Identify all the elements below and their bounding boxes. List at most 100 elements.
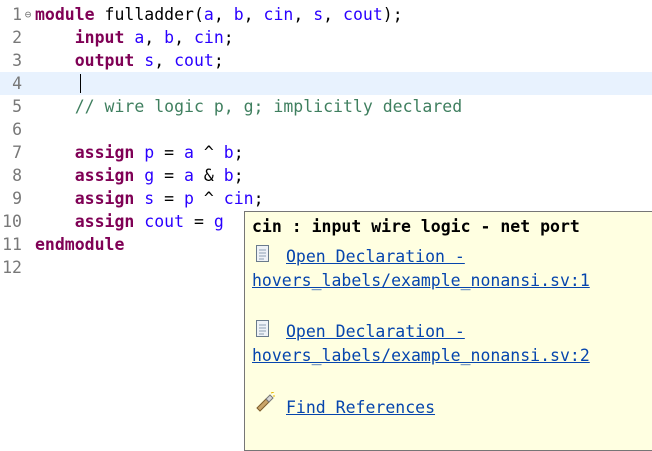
line-number: 5 [12, 97, 22, 116]
text-caret [80, 74, 81, 93]
code-token: ; [233, 166, 244, 185]
code-line[interactable]: 7 assign p = a ^ b; [0, 141, 652, 164]
code-token: = [184, 212, 214, 231]
open-declaration-link-2[interactable]: Open Declaration - hovers_labels/example… [252, 320, 590, 368]
code-token: ; [213, 51, 224, 70]
code-token: b [223, 166, 234, 185]
code-text: assign s = p ^ cin; [35, 187, 264, 210]
code-token: ; [223, 28, 234, 47]
code-line[interactable]: 3 output s, cout; [0, 49, 652, 72]
code-text: module fulladder(a, b, cin, s, cout); [35, 3, 403, 26]
code-token: a [184, 166, 194, 185]
code-token: = [154, 143, 185, 162]
code-token: ; [233, 143, 244, 162]
code-token: g [213, 212, 224, 231]
open-declaration-1-path: hovers_labels/example_nonansi.sv:1 [252, 271, 590, 290]
code-text: input a, b, cin; [35, 26, 234, 49]
code-token: b [233, 5, 244, 24]
code-line[interactable]: 1 ⊖ module fulladder(a, b, cin, s, cout); [0, 3, 652, 26]
code-text: assign cout = g [35, 210, 224, 233]
line-number: 7 [12, 143, 22, 162]
code-token: s [313, 5, 324, 24]
code-token: , [174, 28, 194, 47]
line-number: 11 [2, 235, 22, 254]
code-token: module [35, 5, 95, 24]
open-declaration-2-path: hovers_labels/example_nonansi.sv:2 [252, 346, 590, 365]
line-number: 4 [12, 74, 22, 93]
fold-toggle-icon[interactable]: ⊖ [22, 3, 34, 26]
code-token: cout [174, 51, 214, 70]
code-text: endmodule [35, 233, 124, 256]
code-token: // wire logic p, g; implicitly declared [74, 97, 463, 116]
code-text: // wire logic p, g; implicitly declared [35, 95, 462, 118]
line-number: 12 [2, 258, 22, 277]
code-line[interactable]: 2 input a, b, cin; [0, 26, 652, 49]
open-declaration-link-1[interactable]: Open Declaration - hovers_labels/example… [252, 245, 590, 293]
code-line[interactable]: 5 // wire logic p, g; implicitly declare… [0, 95, 652, 118]
code-token: p [144, 143, 155, 162]
line-number: 6 [12, 120, 22, 139]
code-token: , [293, 5, 314, 24]
open-declaration-2-label: Open Declaration - [286, 322, 465, 341]
code-token: , [323, 5, 344, 24]
code-token: s [144, 189, 155, 208]
code-token: s [144, 51, 155, 70]
code-token: a [203, 5, 214, 24]
code-token: , [213, 5, 234, 24]
hover-title: cin : input wire logic - net port [252, 217, 580, 236]
code-token: p [184, 189, 194, 208]
code-text: assign g = a & b; [35, 164, 244, 187]
code-token: & [193, 166, 224, 185]
find-references-link[interactable]: Find References [252, 396, 435, 420]
code-token: a [134, 28, 145, 47]
code-token: output [74, 51, 135, 70]
code-token: = [154, 189, 185, 208]
line-number: 3 [12, 51, 22, 70]
code-token: = [154, 166, 185, 185]
code-token: assign [74, 212, 135, 231]
code-token: b [164, 28, 175, 47]
code-line[interactable]: 6 [0, 118, 652, 141]
code-token: assign [74, 166, 135, 185]
open-declaration-1-label: Open Declaration - [286, 247, 465, 266]
code-line[interactable]: 8 assign g = a & b; [0, 164, 652, 187]
code-token: cin [223, 189, 254, 208]
code-token: input [74, 28, 125, 47]
code-token: b [223, 143, 234, 162]
code-token: ); [382, 5, 403, 24]
code-text: output s, cout; [35, 49, 224, 72]
line-number: 10 [2, 212, 22, 231]
code-line[interactable]: 4 [0, 72, 652, 95]
code-token: cout [343, 5, 383, 24]
line-number: 9 [12, 189, 22, 208]
code-token: , [154, 51, 175, 70]
code-text: assign p = a ^ b; [35, 141, 244, 164]
code-token: , [243, 5, 264, 24]
code-line[interactable]: 9 assign s = p ^ cin; [0, 187, 652, 210]
code-token: ^ [193, 143, 224, 162]
code-token: assign [74, 189, 135, 208]
code-token: , [144, 28, 165, 47]
code-token: cin [193, 28, 224, 47]
code-token: ; [253, 189, 264, 208]
code-token: fulladder( [94, 5, 204, 24]
code-token: a [184, 143, 194, 162]
code-token: g [144, 166, 155, 185]
code-token: assign [74, 143, 135, 162]
line-number: 1 [12, 5, 22, 24]
line-number: 8 [12, 166, 22, 185]
code-token: cin [263, 5, 294, 24]
